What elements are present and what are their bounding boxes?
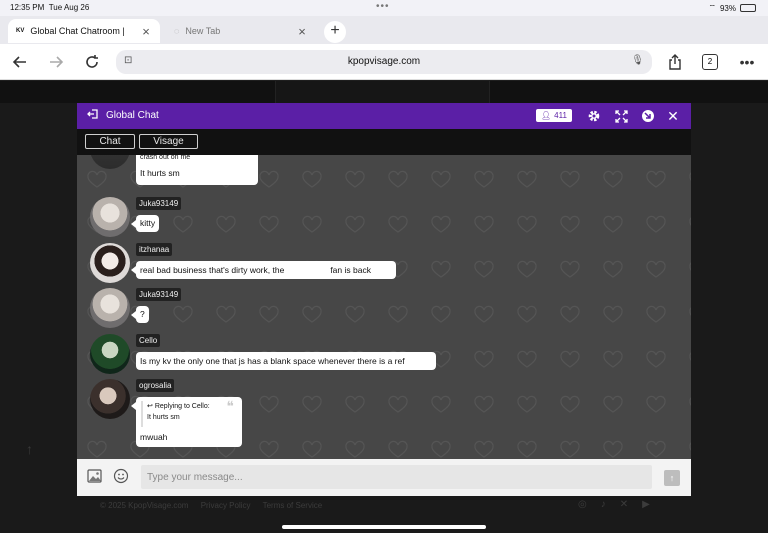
microphone-icon[interactable]: 🎙︎: [631, 55, 644, 66]
minimize-icon[interactable]: [639, 107, 657, 125]
youtube-icon[interactable]: ▶: [642, 499, 650, 510]
global-chat-window: Global Chat 👤︎ 411 ✕ Chat Visage crash o…: [77, 103, 691, 496]
forward-arrow-icon[interactable]: [46, 52, 66, 72]
close-icon[interactable]: ✕: [664, 107, 682, 125]
reply-quote[interactable]: ↩ Replying to Cello: It hurts sm ❝: [141, 398, 237, 427]
message-text-after: fan is back: [330, 265, 371, 275]
x-icon[interactable]: ✕: [620, 499, 628, 510]
online-count: 411: [554, 111, 567, 120]
online-count-badge: 👤︎ 411: [536, 109, 572, 122]
footer-terms-link[interactable]: Terms of Service: [263, 501, 323, 510]
multitask-dots-icon[interactable]: •••: [376, 1, 390, 12]
kv-favicon-icon: KV: [16, 28, 25, 34]
share-icon[interactable]: [665, 52, 685, 72]
tab-count-button[interactable]: 2: [702, 54, 718, 70]
avatar[interactable]: [90, 288, 130, 328]
message-text: kitty: [140, 218, 156, 228]
browser-toolbar: ⊡ kpopvisage.com 🎙︎ 2 •••: [0, 44, 768, 80]
home-indicator[interactable]: [282, 525, 486, 529]
chat-tab-bar: Chat Visage: [77, 129, 691, 155]
message-text-partial: crash out on me: [140, 155, 191, 161]
message-bubble: kitty: [130, 215, 160, 232]
footer-privacy-link[interactable]: Privacy Policy: [201, 501, 251, 510]
username[interactable]: Juka93149: [136, 197, 182, 210]
message-composer: ↑: [77, 459, 691, 496]
tiktok-icon[interactable]: ♪: [601, 499, 606, 510]
reload-icon[interactable]: [82, 52, 102, 72]
message-bubble: ?: [131, 306, 149, 323]
status-bar: 12:35 PM Tue Aug 26 ••• ⌔ 93%: [0, 0, 768, 16]
reply-label: Replying to Cello:: [154, 403, 210, 410]
message-bubble: real bad business that's dirty work, the…: [131, 261, 396, 279]
reply-arrow-icon: ↩: [147, 403, 153, 410]
message-list[interactable]: crash out on me It hurts sm Juka93149 ki…: [77, 155, 691, 459]
address-bar[interactable]: ⊡ kpopvisage.com 🎙︎: [116, 50, 652, 74]
chat-title: Global Chat: [106, 110, 159, 121]
message-bubble: ↩ Replying to Cello: It hurts sm ❝ mwuah: [131, 397, 242, 447]
footer-social-links: ◎ ♪ ✕ ▶: [578, 499, 650, 510]
expand-icon[interactable]: [612, 107, 630, 125]
message-text: Is my kv the only one that js has a blan…: [140, 356, 405, 366]
send-button[interactable]: ↑: [664, 470, 680, 486]
url-text: kpopvisage.com: [347, 56, 421, 67]
close-tab-icon[interactable]: ×: [140, 24, 152, 39]
site-footer: © 2025 KpopVisage.com Privacy Policy Ter…: [100, 501, 332, 510]
message-text: ?: [140, 309, 145, 319]
tab-new-tab[interactable]: ◌ New Tab ×: [166, 19, 316, 43]
tab-label: New Tab: [185, 26, 221, 36]
battery-icon: [740, 4, 756, 12]
avatar[interactable]: [90, 334, 130, 374]
tab-label: Global Chat Chatroom |: [30, 26, 125, 36]
tab-chat[interactable]: Chat: [85, 134, 135, 149]
battery-percent: 93%: [719, 3, 736, 13]
message-bubble: Is my kv the only one that js has a blan…: [136, 352, 436, 370]
username[interactable]: Juka93149: [136, 288, 182, 301]
more-options-icon[interactable]: •••: [737, 52, 757, 72]
username[interactable]: Cello: [136, 334, 161, 347]
tab-visage[interactable]: Visage: [139, 134, 198, 149]
reply-text: It hurts sm: [147, 414, 180, 421]
avatar[interactable]: [90, 243, 130, 283]
browser-tab-bar: KV Global Chat Chatroom | × ◌ New Tab × …: [0, 16, 768, 44]
message-text: It hurts sm: [140, 168, 180, 178]
image-upload-icon[interactable]: [87, 469, 102, 486]
scroll-top-arrow-icon[interactable]: ↑: [26, 441, 33, 457]
gear-icon[interactable]: [585, 107, 603, 125]
message-text: real bad business that's dirty work, the: [140, 265, 285, 275]
back-arrow-icon[interactable]: [10, 52, 30, 72]
site-top-bar: [0, 81, 768, 103]
new-tab-button[interactable]: +: [324, 21, 346, 43]
avatar[interactable]: [90, 197, 130, 237]
instagram-icon[interactable]: ◎: [578, 499, 587, 510]
username[interactable]: ogrosalia: [136, 379, 175, 392]
status-time: 12:35 PM Tue Aug 26: [10, 3, 90, 12]
quote-icon: ❝: [226, 398, 234, 414]
user-icon: 👤︎: [541, 111, 552, 120]
avatar[interactable]: [90, 379, 130, 419]
message-input[interactable]: [141, 465, 652, 489]
username[interactable]: itzhanaa: [136, 243, 173, 256]
close-tab-icon[interactable]: ×: [296, 24, 308, 39]
message-text: mwuah: [140, 432, 168, 442]
exit-chat-icon[interactable]: [87, 108, 99, 123]
chat-header: Global Chat 👤︎ 411 ✕: [77, 103, 691, 129]
wifi-icon: ⌔: [708, 3, 716, 12]
tab-global-chat[interactable]: KV Global Chat Chatroom | ×: [8, 19, 160, 43]
emoji-icon[interactable]: [113, 468, 129, 488]
footer-copyright: © 2025 KpopVisage.com: [100, 501, 189, 510]
globe-icon: ◌: [174, 26, 180, 36]
